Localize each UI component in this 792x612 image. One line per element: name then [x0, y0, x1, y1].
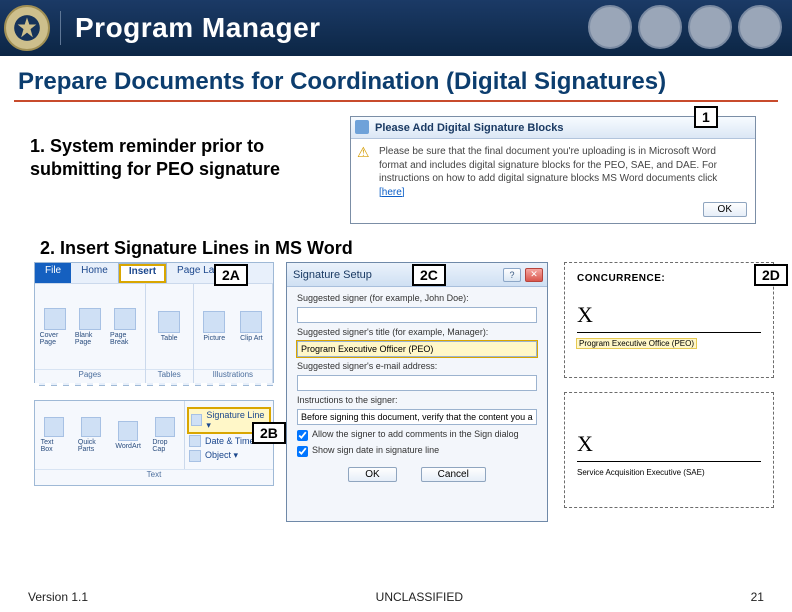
- input-instructions[interactable]: [297, 409, 537, 425]
- label-signer-email: Suggested signer's e-mail address:: [297, 361, 537, 371]
- callout-2c: 2C: [412, 264, 446, 286]
- dialog2-cancel-button[interactable]: Cancel: [421, 467, 486, 482]
- slide-title: Prepare Documents for Coordination (Digi…: [18, 68, 666, 96]
- input-signer[interactable]: [297, 307, 537, 323]
- footer: Version 1.1 UNCLASSIFIED 21: [0, 590, 792, 604]
- group-text-label: Text: [35, 469, 273, 483]
- signature-line-2: [577, 461, 761, 462]
- signature-reminder-dialog: Please Add Digital Signature Blocks Plea…: [350, 116, 756, 224]
- object-icon: [189, 450, 201, 462]
- clipart-icon: [240, 311, 262, 333]
- wordart-button[interactable]: WordArt: [115, 421, 141, 450]
- textbox-button[interactable]: Text Box: [41, 417, 67, 453]
- page-break-button[interactable]: Page Break: [110, 308, 140, 346]
- picture-button[interactable]: Picture: [199, 311, 229, 342]
- table-button[interactable]: Table: [154, 311, 184, 342]
- clipart-button[interactable]: Clip Art: [236, 311, 266, 342]
- signature-role-peo: Program Executive Office (PEO): [577, 339, 696, 348]
- checkbox-allow-comments[interactable]: Allow the signer to add comments in the …: [297, 429, 537, 441]
- textbox-icon: [44, 417, 64, 437]
- cover-page-button[interactable]: Cover Page: [40, 308, 70, 346]
- tab-file[interactable]: File: [35, 263, 71, 283]
- quickparts-button[interactable]: Quick Parts: [78, 417, 104, 453]
- dialog1-ok-button[interactable]: OK: [703, 202, 747, 217]
- navy-seal-icon: [688, 5, 732, 49]
- checkbox-show-date[interactable]: Show sign date in signature line: [297, 445, 537, 457]
- dialog2-close-button[interactable]: ✕: [525, 268, 543, 282]
- signature-line-icon: [191, 414, 202, 426]
- signature-preview-panel: CONCURRENCE: X Program Executive Office …: [564, 262, 774, 522]
- signature-line-1: [577, 332, 761, 333]
- marine-seal-icon: [638, 5, 682, 49]
- quickparts-icon: [81, 417, 101, 437]
- date-time-icon: [189, 435, 201, 447]
- header-bar: Program Manager: [0, 0, 792, 56]
- dialog2-ok-button[interactable]: OK: [348, 467, 396, 482]
- step2-label: 2. Insert Signature Lines in MS Word: [40, 238, 353, 259]
- title-rule: [14, 100, 778, 102]
- signature-x-2: X: [577, 431, 761, 457]
- airforce-seal-icon: [738, 5, 782, 49]
- tab-insert[interactable]: Insert: [118, 263, 167, 283]
- footer-page: 21: [751, 590, 764, 604]
- page-break-icon: [114, 308, 136, 330]
- group-illustrations-label: Illustrations: [194, 369, 272, 383]
- callout-2d: 2D: [754, 264, 788, 286]
- label-instructions: Instructions to the signer:: [297, 395, 537, 405]
- label-signer: Suggested signer (for example, John Doe)…: [297, 293, 537, 303]
- header-divider: [60, 11, 61, 45]
- table-icon: [158, 311, 180, 333]
- object-button[interactable]: Object ▾: [189, 450, 269, 462]
- dialog1-text: Please be sure that the final document y…: [379, 146, 717, 184]
- checkbox-allow-comments-input[interactable]: [297, 430, 308, 441]
- service-seals: [588, 5, 782, 49]
- signature-block-sae: X Service Acquisition Executive (SAE): [564, 392, 774, 508]
- page-title: Program Manager: [75, 12, 321, 44]
- group-tables-label: Tables: [146, 369, 193, 383]
- signature-setup-dialog: Signature Setup ? ✕ Suggested signer (fo…: [286, 262, 548, 522]
- dod-seal-icon: [4, 5, 50, 51]
- callout-1: 1: [694, 106, 718, 128]
- concurrence-label: CONCURRENCE:: [577, 273, 761, 284]
- word-text-group: Text Box Quick Parts WordArt Drop Cap Si…: [34, 400, 274, 486]
- cover-page-icon: [44, 308, 66, 330]
- dialog2-title: Signature Setup: [293, 269, 372, 281]
- callout-2a: 2A: [214, 264, 248, 286]
- step1-label: 1. System reminder prior to submitting f…: [30, 135, 320, 180]
- footer-version: Version 1.1: [28, 590, 88, 604]
- checkbox-show-date-input[interactable]: [297, 446, 308, 457]
- dropcap-button[interactable]: Drop Cap: [152, 417, 178, 453]
- tab-home[interactable]: Home: [71, 263, 118, 283]
- input-signer-title[interactable]: [297, 341, 537, 357]
- picture-icon: [203, 311, 225, 333]
- dropcap-icon: [155, 417, 175, 437]
- army-seal-icon: [588, 5, 632, 49]
- input-signer-email[interactable]: [297, 375, 537, 391]
- signature-role-sae: Service Acquisition Executive (SAE): [577, 468, 761, 477]
- callout-2b: 2B: [252, 422, 286, 444]
- blank-page-button[interactable]: Blank Page: [75, 308, 105, 346]
- dialog1-body: Please be sure that the final document y…: [351, 139, 755, 205]
- dialog1-link[interactable]: [here]: [379, 187, 405, 198]
- blank-page-icon: [79, 308, 101, 330]
- wordart-icon: [118, 421, 138, 441]
- dialog2-help-button[interactable]: ?: [503, 268, 521, 282]
- footer-classification: UNCLASSIFIED: [376, 590, 463, 604]
- group-pages-label: Pages: [35, 369, 145, 383]
- label-signer-title: Suggested signer's title (for example, M…: [297, 327, 537, 337]
- signature-x-1: X: [577, 302, 761, 328]
- signature-block-peo: CONCURRENCE: X Program Executive Office …: [564, 262, 774, 378]
